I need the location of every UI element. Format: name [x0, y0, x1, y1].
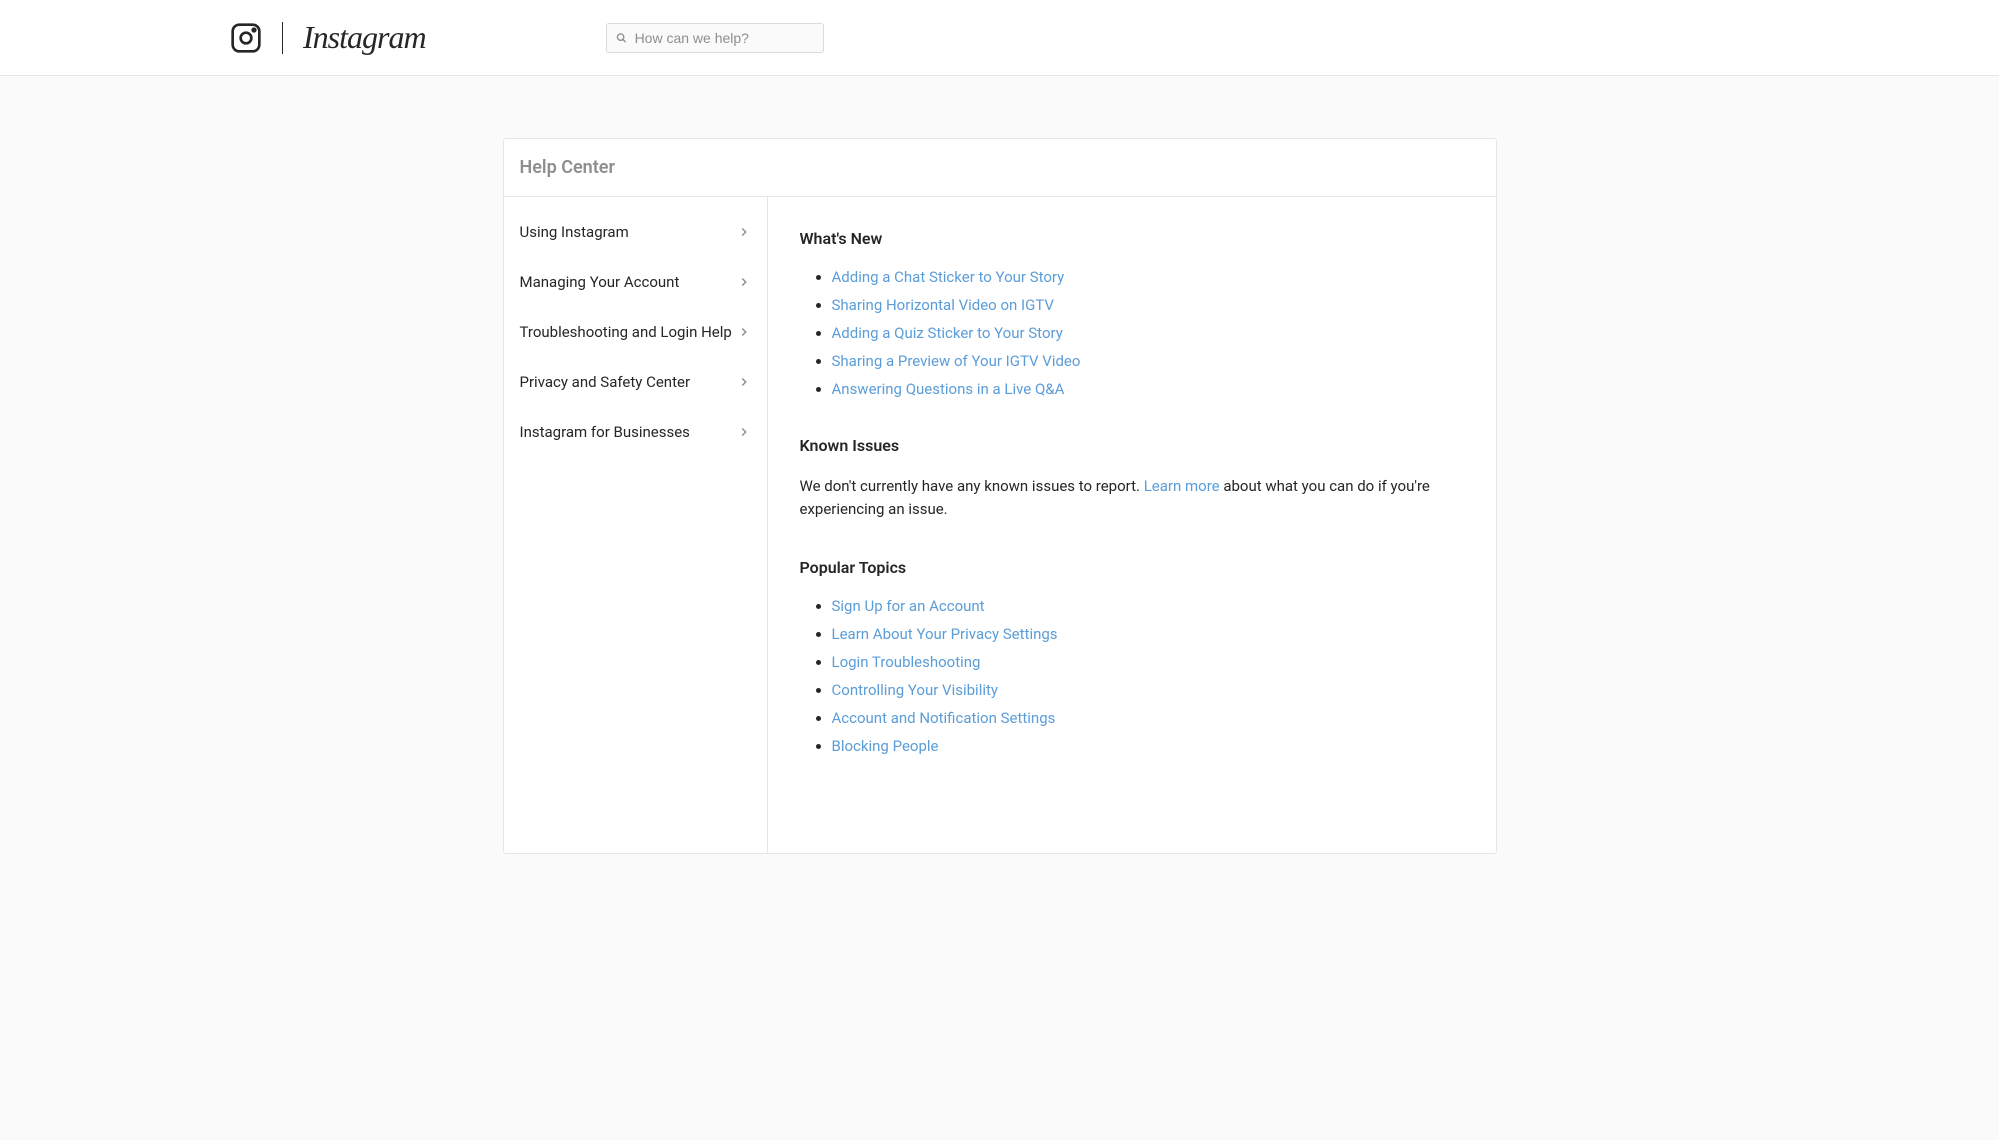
chevron-right-icon: [737, 375, 751, 389]
sidebar-item-label: Troubleshooting and Login Help: [520, 323, 732, 341]
popular-topic-link[interactable]: Sign Up for an Account: [832, 597, 985, 615]
list-item: Adding a Quiz Sticker to Your Story: [832, 324, 1464, 342]
list-item: Account and Notification Settings: [832, 709, 1464, 727]
whats-new-link[interactable]: Answering Questions in a Live Q&A: [832, 380, 1065, 398]
whats-new-link[interactable]: Sharing Horizontal Video on IGTV: [832, 296, 1054, 314]
sidebar-item-label: Instagram for Businesses: [520, 423, 690, 441]
sidebar-item-managing-account[interactable]: Managing Your Account: [504, 257, 767, 307]
sidebar-item-label: Using Instagram: [520, 223, 629, 241]
header: Instagram: [0, 0, 1999, 76]
sidebar-item-label: Managing Your Account: [520, 273, 680, 291]
main-content: What's New Adding a Chat Sticker to Your…: [768, 197, 1496, 853]
text-segment: We don't currently have any known issues…: [800, 477, 1144, 495]
content-wrapper: Using Instagram Managing Your Account Tr…: [504, 197, 1496, 853]
known-issues-section: Known Issues We don't currently have any…: [800, 436, 1464, 520]
whats-new-section: What's New Adding a Chat Sticker to Your…: [800, 229, 1464, 398]
list-item: Login Troubleshooting: [832, 653, 1464, 671]
popular-topic-link[interactable]: Login Troubleshooting: [832, 653, 981, 671]
sidebar-item-businesses[interactable]: Instagram for Businesses: [504, 407, 767, 457]
list-item: Learn About Your Privacy Settings: [832, 625, 1464, 643]
sidebar-item-using-instagram[interactable]: Using Instagram: [504, 207, 767, 257]
logo-container[interactable]: Instagram: [230, 19, 426, 56]
main-container: Help Center Using Instagram Managing You…: [503, 138, 1497, 854]
page-title: Help Center: [504, 139, 1496, 197]
list-item: Sharing Horizontal Video on IGTV: [832, 296, 1464, 314]
chevron-right-icon: [737, 275, 751, 289]
instagram-icon: [230, 22, 262, 54]
chevron-right-icon: [737, 225, 751, 239]
popular-topic-link[interactable]: Account and Notification Settings: [832, 709, 1056, 727]
chevron-right-icon: [737, 325, 751, 339]
sidebar-item-label: Privacy and Safety Center: [520, 373, 691, 391]
sidebar: Using Instagram Managing Your Account Tr…: [504, 197, 768, 853]
sidebar-item-troubleshooting[interactable]: Troubleshooting and Login Help: [504, 307, 767, 357]
section-heading: Popular Topics: [800, 558, 1464, 577]
search-input[interactable]: [606, 23, 824, 53]
list-item: Blocking People: [832, 737, 1464, 755]
list-item: Sharing a Preview of Your IGTV Video: [832, 352, 1464, 370]
list-item: Answering Questions in a Live Q&A: [832, 380, 1464, 398]
list-item: Adding a Chat Sticker to Your Story: [832, 268, 1464, 286]
popular-topics-section: Popular Topics Sign Up for an Account Le…: [800, 558, 1464, 755]
list-item: Sign Up for an Account: [832, 597, 1464, 615]
sidebar-item-privacy-safety[interactable]: Privacy and Safety Center: [504, 357, 767, 407]
section-heading: What's New: [800, 229, 1464, 248]
brand-wordmark: Instagram: [303, 19, 426, 56]
list-item: Controlling Your Visibility: [832, 681, 1464, 699]
popular-topic-link[interactable]: Controlling Your Visibility: [832, 681, 999, 699]
whats-new-link[interactable]: Adding a Chat Sticker to Your Story: [832, 268, 1065, 286]
known-issues-text: We don't currently have any known issues…: [800, 475, 1464, 520]
learn-more-link[interactable]: Learn more: [1144, 477, 1220, 495]
whats-new-link[interactable]: Sharing a Preview of Your IGTV Video: [832, 352, 1081, 370]
popular-topic-link[interactable]: Blocking People: [832, 737, 939, 755]
whats-new-link[interactable]: Adding a Quiz Sticker to Your Story: [832, 324, 1063, 342]
logo-divider: [282, 22, 283, 54]
search-icon: [616, 32, 627, 43]
popular-topics-list: Sign Up for an Account Learn About Your …: [800, 597, 1464, 755]
whats-new-list: Adding a Chat Sticker to Your Story Shar…: [800, 268, 1464, 398]
chevron-right-icon: [737, 425, 751, 439]
section-heading: Known Issues: [800, 436, 1464, 455]
popular-topic-link[interactable]: Learn About Your Privacy Settings: [832, 625, 1058, 643]
search-container: [606, 23, 824, 53]
